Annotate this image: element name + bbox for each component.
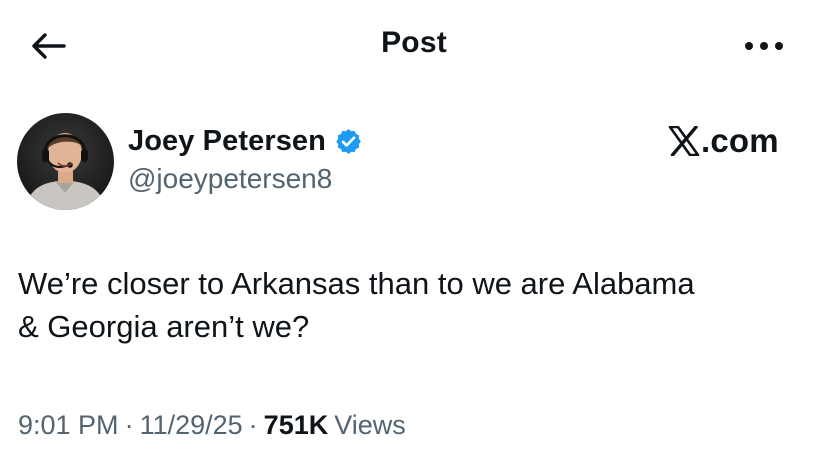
post-metadata: 9:01 PM · 11/29/25 · 751K Views: [18, 410, 406, 441]
author-avatar[interactable]: [17, 113, 114, 210]
post-text-line: We’re closer to Arkansas than to we are …: [18, 266, 695, 301]
author-name-row[interactable]: Joey Petersen: [128, 121, 363, 161]
x-com-watermark: .com: [668, 119, 779, 163]
x-logo-icon: [668, 125, 700, 157]
post-time[interactable]: 9:01 PM: [18, 410, 119, 441]
author-handle[interactable]: @joeypetersen8: [128, 163, 332, 195]
post-text-line: & Georgia aren’t we?: [18, 309, 310, 344]
watermark-text: .com: [701, 122, 779, 159]
meta-separator: ·: [248, 410, 258, 440]
views-label[interactable]: Views: [334, 410, 406, 441]
author-name[interactable]: Joey Petersen: [128, 125, 326, 158]
post-date[interactable]: 11/29/25: [140, 410, 243, 441]
top-bar: Post: [0, 0, 828, 92]
avatar-photo: [17, 113, 114, 210]
post-text: We’re closer to Arkansas than to we are …: [18, 262, 818, 348]
more-horizontal-icon: [745, 42, 783, 50]
page-title: Post: [381, 26, 447, 59]
more-options-button[interactable]: [740, 30, 788, 62]
views-count[interactable]: 751K: [264, 410, 329, 441]
verified-badge-icon: [334, 127, 363, 156]
meta-separator: ·: [124, 410, 134, 440]
